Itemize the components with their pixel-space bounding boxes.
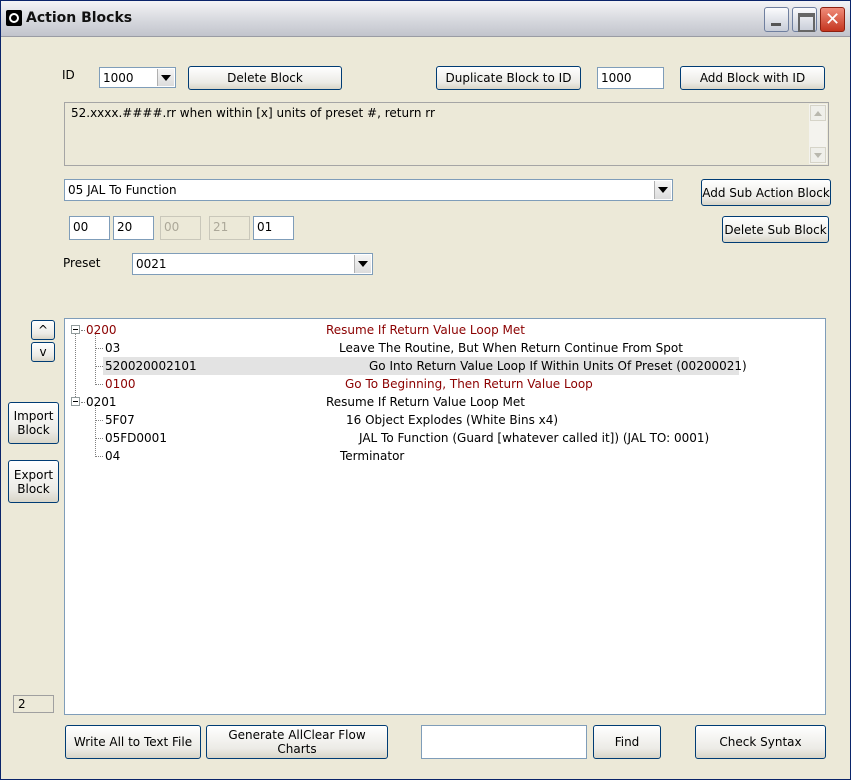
param-field-3: 00: [160, 216, 201, 240]
chevron-down-icon[interactable]: [654, 181, 671, 199]
check-syntax-button[interactable]: Check Syntax: [695, 725, 826, 759]
param-field-5[interactable]: 01: [253, 216, 294, 240]
close-icon: ✕: [824, 9, 841, 30]
scroll-up-icon[interactable]: [810, 105, 826, 121]
title-bar[interactable]: Action Blocks ✕: [1, 1, 850, 37]
import-block-button[interactable]: Import Block: [8, 402, 59, 444]
tree-node-description: Go To Beginning, Then Return Value Loop: [345, 377, 593, 391]
write-all-button[interactable]: Write All to Text File: [65, 725, 201, 759]
tree-line: [95, 384, 103, 385]
tree-line: [95, 420, 103, 421]
tree-node-description: JAL To Function (Guard [whatever called …: [359, 431, 710, 445]
id-select[interactable]: 1000: [99, 67, 176, 88]
description-textarea[interactable]: 52.xxxx.####.rr when within [x] units of…: [64, 102, 829, 166]
tree-node-description: Terminator: [340, 449, 405, 463]
move-down-button[interactable]: v: [31, 342, 55, 362]
maximize-button[interactable]: [792, 7, 817, 32]
param-field-4: 21: [209, 216, 250, 240]
add-sub-action-button[interactable]: Add Sub Action Block: [701, 179, 831, 206]
export-block-button[interactable]: Export Block: [8, 460, 59, 503]
id-select-value: 1000: [103, 71, 134, 85]
chevron-down-icon[interactable]: [354, 255, 371, 273]
tree-node-code: 04: [105, 449, 121, 463]
param-field-2[interactable]: 20: [113, 216, 154, 240]
scroll-down-icon[interactable]: [810, 147, 826, 163]
tree-node-description: Go Into Return Value Loop If Within Unit…: [369, 359, 747, 373]
delete-sub-block-button[interactable]: Delete Sub Block: [722, 216, 829, 243]
tree-line: [81, 330, 85, 331]
tree-line: [95, 438, 103, 439]
window-title: Action Blocks: [26, 10, 133, 26]
collapse-icon[interactable]: [71, 397, 80, 406]
sub-action-select-value: 05 JAL To Function: [68, 183, 177, 197]
tree-child-node[interactable]: 520020002101 Go Into Return Value Loop If…: [65, 357, 825, 375]
description-text: 52.xxxx.####.rr when within [x] units of…: [71, 106, 435, 120]
tree-node-code: 520020002101: [105, 359, 197, 373]
tree-line: [95, 366, 103, 367]
action-tree[interactable]: 0200 Resume If Return Value Loop Met 03 Lea…: [64, 318, 826, 715]
tree-child-node[interactable]: 05FD0001 JAL To Function (Guard [whatever…: [65, 429, 825, 447]
tree-child-node[interactable]: 0100 Go To Beginning, Then Return Value L…: [65, 375, 825, 393]
tree-node-description: Resume If Return Value Loop Met: [326, 395, 525, 409]
minimize-button[interactable]: [764, 7, 789, 32]
collapse-icon[interactable]: [71, 325, 80, 334]
tree-child-node[interactable]: 03 Leave The Routine, But When Return Con…: [65, 339, 825, 357]
tree-node-code: 5F07: [105, 413, 135, 427]
tree-line: [95, 348, 103, 349]
tree-node[interactable]: 0201 Resume If Return Value Loop Met: [65, 393, 825, 411]
move-up-button[interactable]: ^: [31, 320, 55, 340]
duplicate-block-button[interactable]: Duplicate Block to ID: [436, 66, 581, 90]
close-button[interactable]: ✕: [820, 7, 845, 32]
tree-child-node[interactable]: 04 Terminator: [65, 447, 825, 465]
tree-node-description: Leave The Routine, But When Return Conti…: [339, 341, 683, 355]
param-field-1[interactable]: 00: [69, 216, 110, 240]
find-input[interactable]: [421, 725, 587, 759]
duplicate-id-field[interactable]: 1000: [597, 67, 664, 89]
action-blocks-window: Action Blocks ✕ ID 1000 Delete Block Dup…: [0, 0, 851, 780]
tree-node[interactable]: 0200 Resume If Return Value Loop Met: [65, 321, 825, 339]
preset-label: Preset: [63, 256, 101, 270]
generate-flow-charts-button[interactable]: Generate AllClear Flow Charts: [206, 725, 388, 759]
tree-node-description: 16 Object Explodes (White Bins x4): [346, 413, 559, 427]
tree-child-node[interactable]: 5F07 16 Object Explodes (White Bins x4): [65, 411, 825, 429]
tree-node-code: 0200: [86, 323, 117, 337]
tree-line: [81, 402, 85, 403]
tree-node-code: 03: [105, 341, 121, 355]
status-count: 2: [13, 695, 54, 713]
preset-select[interactable]: 0021: [132, 253, 373, 275]
chevron-down-icon[interactable]: [157, 69, 174, 86]
app-icon: [6, 10, 22, 26]
delete-block-button[interactable]: Delete Block: [188, 66, 342, 90]
tree-node-code: 0100: [105, 377, 136, 391]
preset-select-value: 0021: [136, 257, 167, 271]
sub-action-select[interactable]: 05 JAL To Function: [64, 179, 673, 201]
description-scrollbar[interactable]: [809, 104, 827, 164]
tree-node-code: 05FD0001: [105, 431, 167, 445]
tree-node-description: Resume If Return Value Loop Met: [326, 323, 525, 337]
find-button[interactable]: Find: [593, 725, 661, 759]
id-label: ID: [62, 68, 75, 82]
add-block-button[interactable]: Add Block with ID: [680, 66, 825, 90]
tree-node-code: 0201: [86, 395, 117, 409]
tree-line: [95, 456, 103, 457]
